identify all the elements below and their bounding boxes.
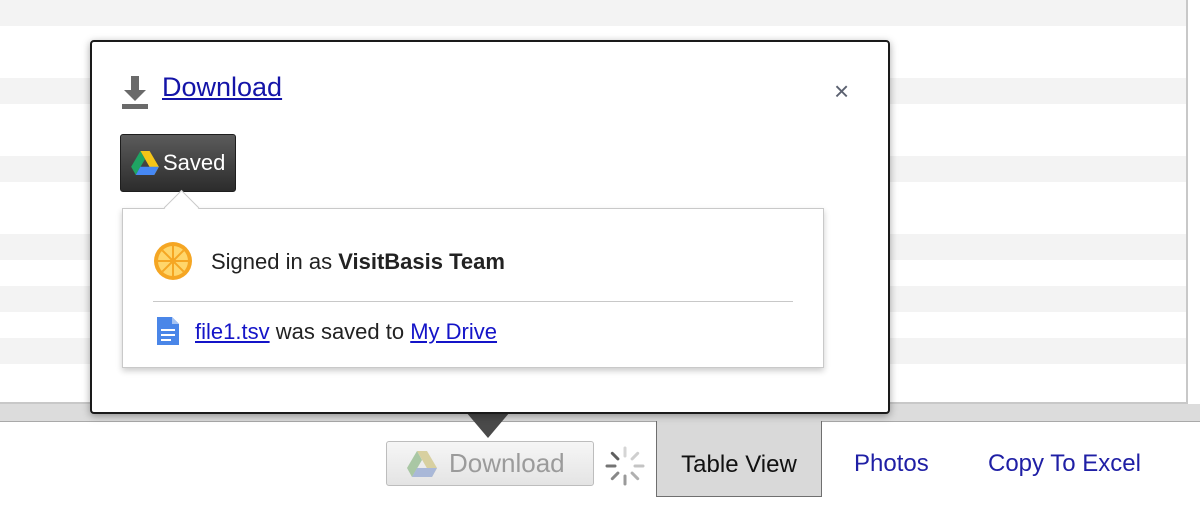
spinner-icon <box>605 446 645 486</box>
saved-button[interactable]: Saved <box>120 134 236 192</box>
divider <box>153 301 793 302</box>
card-notch <box>163 189 200 226</box>
download-popup: Download × Saved Signed in as VisitBasis… <box>90 40 890 414</box>
saved-to-connector: was saved to <box>269 319 411 344</box>
saved-to-text: file1.tsv was saved to My Drive <box>195 319 497 345</box>
download-link[interactable]: Download <box>162 72 282 103</box>
drive-download-label: Download <box>449 448 565 478</box>
drive-download-button[interactable]: Download <box>386 441 594 486</box>
google-drive-icon <box>407 450 437 477</box>
table-row <box>0 0 1186 26</box>
file-link[interactable]: file1.tsv <box>195 319 270 344</box>
popup-pointer <box>466 412 510 438</box>
tab-table-view[interactable]: Table View <box>656 421 822 497</box>
tab-photos[interactable]: Photos <box>854 450 929 478</box>
divider <box>0 421 1200 422</box>
google-drive-icon <box>131 151 159 175</box>
signed-in-user: VisitBasis Team <box>338 249 505 274</box>
save-info-card: Signed in as VisitBasis Team file1.tsv w… <box>122 189 824 368</box>
close-icon[interactable]: × <box>834 78 849 104</box>
my-drive-link[interactable]: My Drive <box>410 319 497 344</box>
signed-in-text: Signed in as VisitBasis Team <box>211 249 505 275</box>
orange-slice-icon <box>154 242 192 280</box>
download-arrow-icon <box>122 76 148 109</box>
tab-label: Table View <box>681 450 797 478</box>
signed-in-prefix: Signed in as <box>211 249 339 274</box>
document-icon <box>157 317 179 345</box>
saved-button-label: Saved <box>163 150 226 175</box>
tab-copy-to-excel[interactable]: Copy To Excel <box>988 450 1141 478</box>
